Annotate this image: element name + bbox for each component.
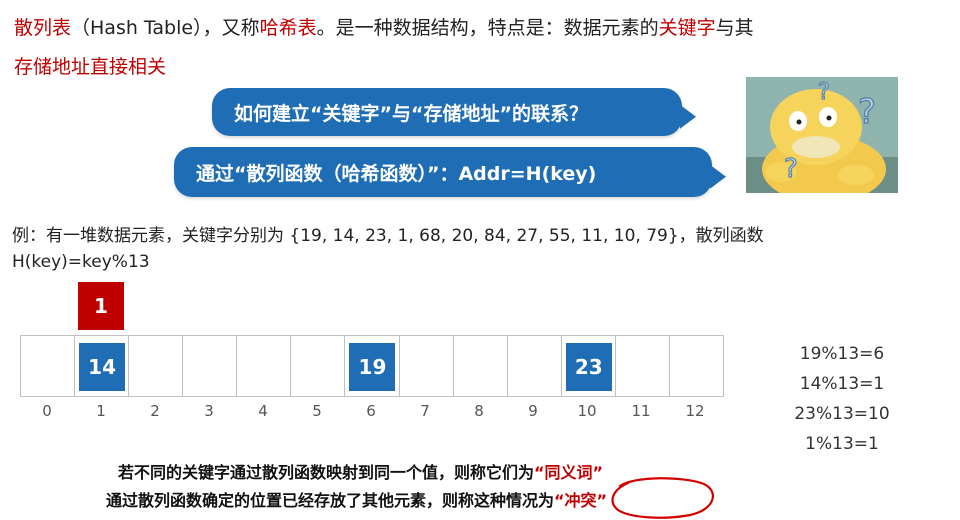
- bubble-tail: [680, 104, 696, 129]
- slot-index: 9: [528, 402, 538, 420]
- bubble-tail: [710, 164, 726, 189]
- filled-cell: 23: [565, 343, 612, 391]
- slot-index: 0: [42, 402, 52, 420]
- annotation-circle: [611, 477, 715, 519]
- example-line-2: H(key)=key%13: [12, 252, 150, 272]
- slot-index: 5: [312, 402, 322, 420]
- key-word: 关键字: [658, 17, 716, 39]
- slot-index: 2: [150, 402, 160, 420]
- calc-line: 23%13=10: [794, 404, 890, 424]
- cell-value: 23: [574, 355, 603, 379]
- answer-bubble: 通过“散列函数（哈希函数）”：Addr=H(key): [174, 147, 726, 197]
- calc-line: 19%13=6: [799, 344, 885, 364]
- cell-value: 14: [88, 355, 116, 379]
- table-slot: [400, 336, 454, 396]
- conflict-term: “冲突”: [554, 491, 608, 510]
- title-line-2: 存储地址直接相关: [14, 56, 167, 78]
- slot-index: 7: [420, 402, 430, 420]
- answer-text: 通过“散列函数（哈希函数）”：Addr=H(key): [196, 162, 597, 185]
- svg-text:?: ?: [858, 92, 876, 132]
- table-slot: [670, 336, 723, 396]
- synonym-note-text: 若不同的关键字通过散列函数映射到同一个值，则称它们为: [118, 463, 535, 482]
- calc-line: 14%13=1: [799, 374, 885, 394]
- example-line-1: 例：有一堆数据元素，关键字分别为 {19, 14, 23, 1, 68, 20,…: [12, 226, 764, 246]
- table-slot: [508, 336, 562, 396]
- table-slot: [21, 336, 76, 396]
- table-slot: [237, 336, 292, 396]
- desc-part-2: 与其: [715, 17, 754, 39]
- slot-index: 1: [96, 402, 106, 420]
- calc-line: 1%13=1: [805, 434, 879, 454]
- term-english: （Hash Table）: [71, 17, 203, 39]
- slot-index: 12: [685, 402, 705, 420]
- slot-index: 4: [258, 402, 268, 420]
- alias-term: 哈希表: [259, 17, 317, 39]
- svg-text:?: ?: [784, 154, 798, 184]
- table-slot: [129, 336, 184, 396]
- slot-index: 3: [204, 402, 214, 420]
- slot-index: 6: [366, 402, 376, 420]
- slot-index: 8: [474, 402, 484, 420]
- question-text: 如何建立“关键字”与“存储地址”的联系？: [234, 102, 588, 125]
- hash-table: 14 19 23: [20, 335, 724, 397]
- term-hash-table: 散列表: [14, 17, 72, 39]
- table-slot: 19: [345, 336, 400, 396]
- conflict-note: 通过散列函数确定的位置已经存放了其他元素，则称这种情况为“冲突”: [106, 487, 607, 511]
- question-bubble: 如何建立“关键字”与“存储地址”的联系？: [212, 88, 696, 136]
- slot-index: 11: [631, 402, 651, 420]
- table-slot: [616, 336, 670, 396]
- table-slot: [454, 336, 508, 396]
- alias-prefix: ，又称: [202, 17, 260, 39]
- synonym-term: “同义词”: [534, 463, 604, 482]
- table-slot: [291, 336, 346, 396]
- filled-cell: 14: [79, 343, 126, 391]
- conflict-cell: 1: [78, 282, 124, 330]
- filled-cell: 19: [349, 343, 396, 391]
- table-slot: 14: [75, 336, 130, 396]
- synonym-note: 若不同的关键字通过散列函数映射到同一个值，则称它们为“同义词”: [118, 459, 603, 483]
- conflict-note-text: 通过散列函数确定的位置已经存放了其他元素，则称这种情况为: [106, 491, 555, 510]
- table-slot: [183, 336, 238, 396]
- psyduck-illustration: ? ? ?: [746, 77, 898, 193]
- psyduck-confused-icon: ? ? ?: [746, 77, 898, 193]
- slot-index: 10: [577, 402, 597, 420]
- cell-value: 19: [358, 355, 387, 379]
- svg-text:?: ?: [818, 80, 830, 105]
- title-line-1: 散列表（Hash Table），又称哈希表。是一种数据结构，特点是：数据元素的关…: [14, 13, 754, 43]
- desc-part-1: 。是一种数据结构，特点是：数据元素的: [316, 17, 659, 39]
- table-slot: 23: [562, 336, 616, 396]
- conflict-value: 1: [94, 294, 108, 318]
